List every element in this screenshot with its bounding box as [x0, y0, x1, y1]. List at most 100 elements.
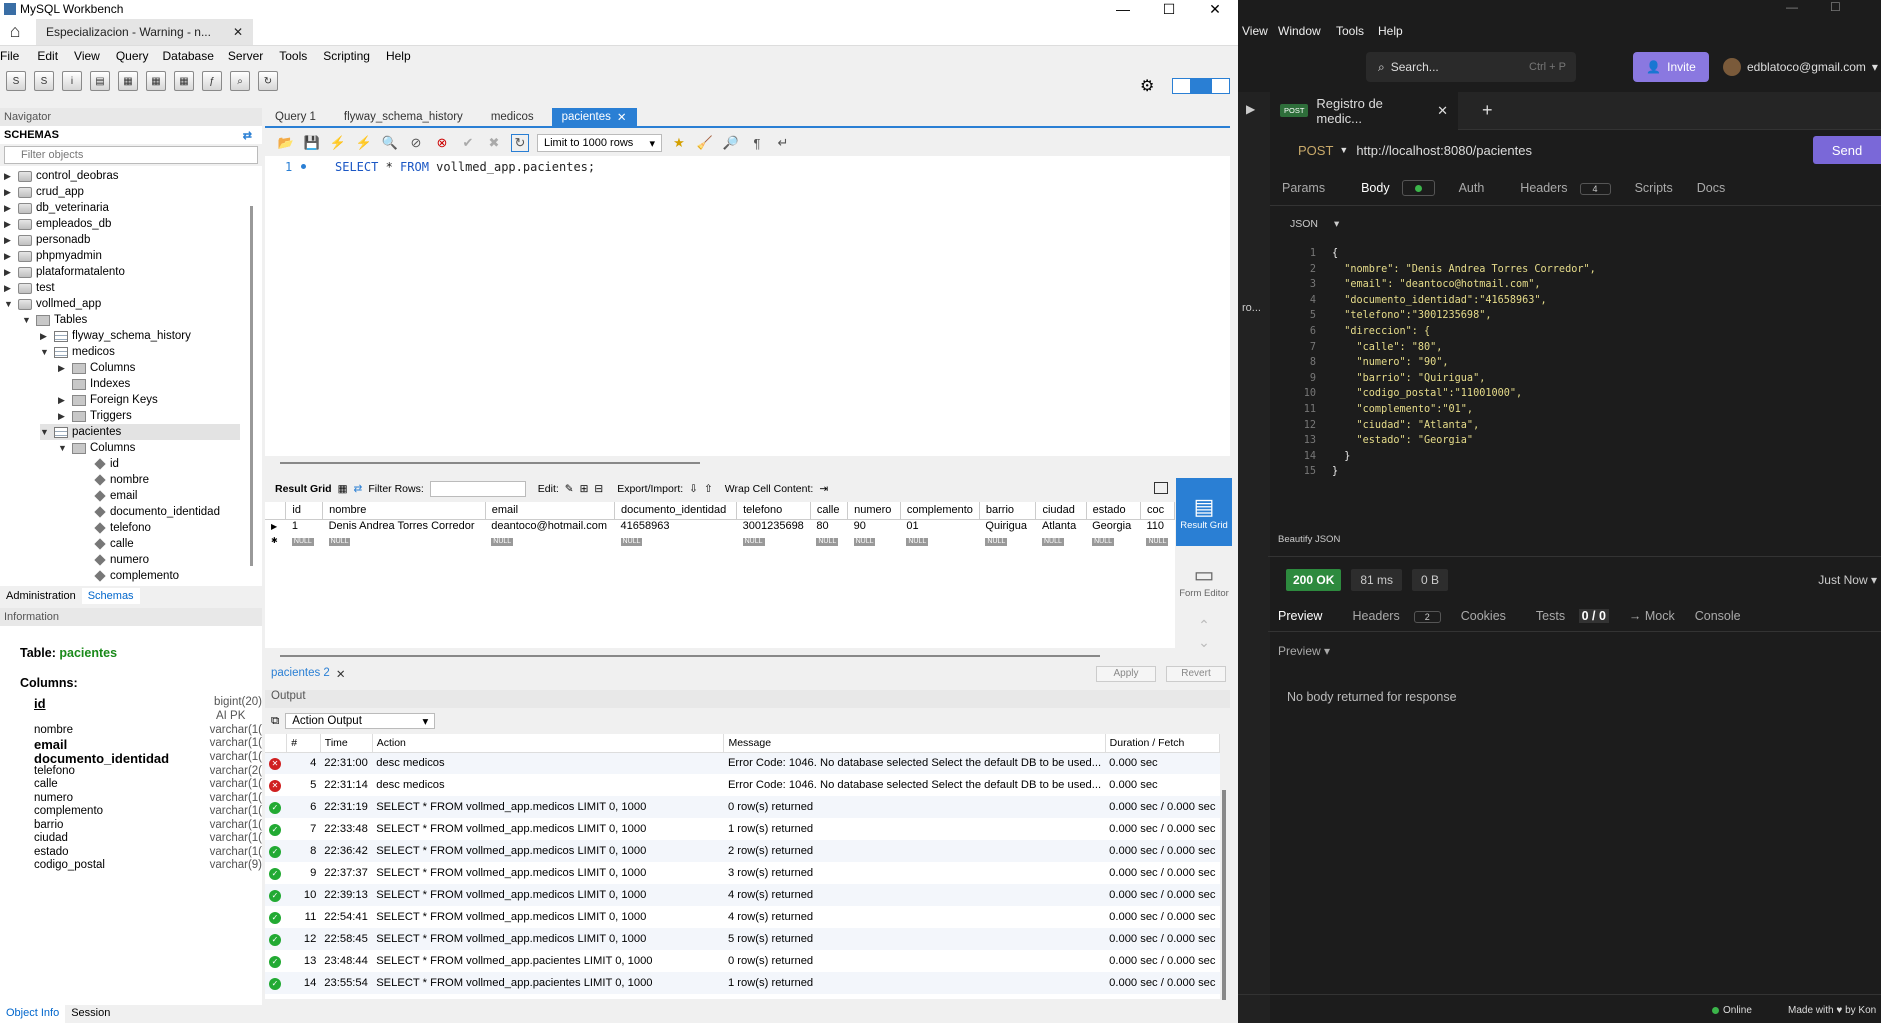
home-icon[interactable]: ⌂: [0, 21, 30, 42]
close-icon[interactable]: ✕: [617, 110, 627, 124]
create-function-icon[interactable]: ƒ: [202, 71, 222, 91]
apply-button[interactable]: Apply: [1096, 666, 1156, 682]
schema-item[interactable]: ▶ crud_app: [4, 184, 84, 200]
grid-icon[interactable]: ▦: [338, 483, 348, 495]
grid-col-header[interactable]: telefono: [736, 502, 811, 520]
filter-rows-input[interactable]: [429, 481, 526, 497]
tab-docs[interactable]: Docs: [1685, 181, 1737, 195]
tab-pacientes[interactable]: pacientes ✕: [551, 108, 637, 126]
revert-button[interactable]: Revert: [1166, 666, 1226, 682]
grid-col-header[interactable]: calle: [810, 502, 849, 520]
body-type-select[interactable]: JSON ▾: [1290, 218, 1339, 230]
column-item[interactable]: numero: [92, 552, 149, 568]
add-row-icon[interactable]: ⊞: [580, 483, 589, 495]
tab-object-info[interactable]: Object Info: [0, 1005, 66, 1023]
schema-item[interactable]: ▶ phpmyadmin: [4, 248, 102, 264]
new-row[interactable]: ✱ NULL NULL NULL NULL NULL NULL NULL NUL…: [265, 533, 1175, 547]
bookmark-icon[interactable]: ★: [670, 134, 688, 152]
tab-schemas[interactable]: Schemas: [81, 588, 140, 604]
schema-item[interactable]: ▶ db_veterinaria: [4, 200, 109, 216]
editor-hscrollbar[interactable]: [280, 462, 700, 464]
tab-cookies[interactable]: Cookies: [1451, 609, 1516, 623]
request-tab[interactable]: POST Registro de medic... ✕: [1270, 91, 1458, 130]
table-item[interactable]: ▶ flyway_schema_history: [40, 328, 191, 344]
menu-help[interactable]: Help: [1378, 24, 1403, 38]
stop-icon[interactable]: ⊘: [407, 134, 425, 152]
output-row[interactable]: ✓ 13 23:48:44 SELECT * FROM vollmed_app.pa…: [265, 950, 1220, 972]
export-icon[interactable]: ⇩: [689, 483, 698, 495]
grid-col-header[interactable]: complemento: [900, 502, 980, 520]
column-item[interactable]: documento_identidad: [92, 504, 220, 520]
tree-node[interactable]: ▶ Triggers: [58, 408, 132, 424]
output-row[interactable]: ✓ 14 23:55:54 SELECT * FROM vollmed_app.pa…: [265, 972, 1220, 994]
tab-flyway[interactable]: flyway_schema_history: [334, 108, 473, 126]
tab-form-editor[interactable]: ▭ Form Editor: [1176, 546, 1232, 614]
grid-col-header[interactable]: estado: [1086, 502, 1141, 520]
close-icon[interactable]: ✕: [233, 25, 243, 39]
minimize-button[interactable]: —: [1100, 1, 1146, 17]
chevron-down-icon[interactable]: ▼: [1339, 145, 1348, 155]
invisible-chars-icon[interactable]: ¶: [748, 134, 766, 152]
menu-view[interactable]: View: [74, 49, 108, 63]
grid-col-header[interactable]: barrio: [979, 502, 1037, 520]
schema-item-vollmed[interactable]: ▼ vollmed_app: [4, 296, 101, 312]
tab-mock[interactable]: → Mock: [1619, 609, 1685, 623]
menu-window[interactable]: Window: [1278, 24, 1321, 38]
history-select[interactable]: Just Now ▾: [1818, 573, 1877, 587]
search-table-data-icon[interactable]: ⌕: [230, 71, 250, 91]
menu-tools[interactable]: Tools: [1336, 24, 1364, 38]
user-menu[interactable]: edblatoco@gmail.com ▾: [1723, 52, 1878, 82]
tree-node[interactable]: Indexes: [58, 376, 130, 392]
tab-body[interactable]: Body: [1337, 179, 1447, 196]
tab-result-grid[interactable]: ▤ Result Grid: [1176, 478, 1232, 546]
new-sql-tab-icon[interactable]: S: [6, 71, 26, 91]
output-row[interactable]: ✓ 10 22:39:13 SELECT * FROM vollmed_app.me…: [265, 884, 1220, 906]
menu-database[interactable]: Database: [163, 49, 222, 63]
scroll-more-icon[interactable]: ⌃ ⌄: [1176, 614, 1232, 654]
table-row[interactable]: ▶ 1 Denis Andrea Torres Corredor deantoc…: [265, 519, 1175, 533]
tab-medicos[interactable]: medicos: [481, 108, 544, 126]
create-schema-icon[interactable]: ▤: [90, 71, 110, 91]
tree-node[interactable]: ▶ Foreign Keys: [58, 392, 158, 408]
toggle-panel-icon[interactable]: [1154, 482, 1168, 494]
column-item[interactable]: nombre: [92, 472, 149, 488]
tab-query-1[interactable]: Query 1: [265, 108, 326, 126]
grid-col-header[interactable]: ciudad: [1035, 502, 1087, 520]
action-output-select[interactable]: Action Output ▾: [285, 713, 436, 729]
grid-col-header[interactable]: coc: [1140, 502, 1175, 520]
copy-icon[interactable]: ⧉: [271, 715, 279, 728]
output-row[interactable]: ✓ 8 22:36:42 SELECT * FROM vollmed_app.med…: [265, 840, 1220, 862]
menu-file[interactable]: File: [0, 49, 27, 63]
tab-tests[interactable]: Tests 0 / 0: [1516, 608, 1619, 623]
grid-col-header[interactable]: email: [485, 502, 616, 520]
toggle-error-icon[interactable]: ⊗: [433, 134, 451, 152]
sql-editor[interactable]: 1 SELECT * FROM vollmed_app.pacientes;: [265, 156, 1230, 456]
menu-view[interactable]: View: [1242, 24, 1268, 38]
find-icon[interactable]: 🔎: [722, 134, 740, 152]
create-procedure-icon[interactable]: ▦: [174, 71, 194, 91]
tab-preview[interactable]: Preview: [1268, 609, 1332, 623]
limit-select[interactable]: Limit to 1000 rows ▾: [537, 134, 662, 152]
output-row[interactable]: ✕ 5 22:31:14 desc medicos Error Code: 1046.…: [265, 774, 1220, 796]
inspector-icon[interactable]: i: [62, 71, 82, 91]
schema-item[interactable]: ▶ control_deobras: [4, 168, 118, 184]
delete-row-icon[interactable]: ⊟: [594, 483, 603, 495]
menu-query[interactable]: Query: [116, 49, 157, 63]
output-vscrollbar[interactable]: [1222, 790, 1226, 1000]
schema-item[interactable]: ▶ personadb: [4, 232, 90, 248]
column-item[interactable]: calle: [92, 536, 134, 552]
column-item[interactable]: complemento: [92, 568, 179, 584]
invite-button[interactable]: 👤 Invite: [1633, 52, 1709, 82]
gear-icon[interactable]: ⚙: [1140, 76, 1154, 96]
tab-pacientes-2[interactable]: pacientes 2 ✕: [265, 667, 351, 681]
execute-current-icon[interactable]: ⚡: [355, 134, 373, 152]
search-input[interactable]: ⌕ Search... Ctrl + P: [1366, 52, 1576, 82]
column-item[interactable]: telefono: [92, 520, 151, 536]
import-icon[interactable]: ⇧: [704, 483, 713, 495]
output-row[interactable]: ✓ 9 22:37:37 SELECT * FROM vollmed_app.med…: [265, 862, 1220, 884]
menu-server[interactable]: Server: [228, 49, 271, 63]
tab-console[interactable]: Console: [1685, 609, 1751, 623]
tab-params[interactable]: Params: [1270, 181, 1337, 195]
schema-item[interactable]: ▶ test: [4, 280, 55, 296]
menu-edit[interactable]: Edit: [37, 49, 66, 63]
